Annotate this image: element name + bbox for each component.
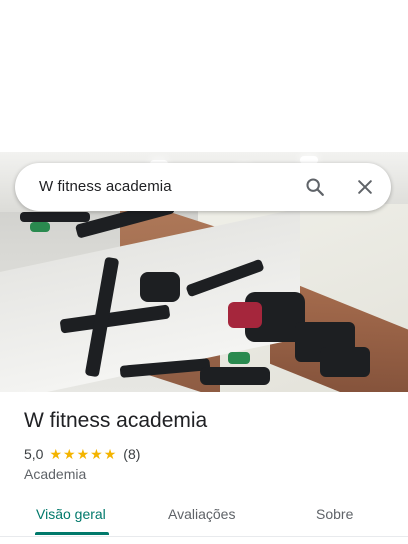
- equipment-detail: [30, 222, 50, 232]
- tab-overview[interactable]: Visão geral: [36, 506, 106, 522]
- star-icon: ★: [49, 446, 63, 462]
- close-icon[interactable]: [351, 173, 379, 201]
- gym-machine: [320, 347, 370, 377]
- active-tab-indicator: [35, 532, 109, 535]
- star-icon: ★: [90, 446, 103, 462]
- place-category: Academia: [24, 466, 87, 482]
- search-input[interactable]: W fitness academia: [39, 178, 172, 195]
- rating-value: 5,0: [24, 446, 44, 462]
- star-icon: ★: [63, 446, 76, 462]
- review-count[interactable]: (8): [123, 446, 140, 462]
- search-icon[interactable]: [301, 173, 329, 201]
- place-title: W fitness academia: [24, 409, 208, 432]
- star-icon: ★: [103, 446, 117, 462]
- person-figure: [228, 302, 262, 328]
- tab-about[interactable]: Sobre: [316, 506, 353, 522]
- star-icon: ★: [76, 446, 90, 462]
- rating-stars: ★ ★ ★ ★ ★: [49, 447, 117, 461]
- tab-reviews[interactable]: Avaliações: [168, 506, 235, 522]
- gym-machine-seat: [140, 272, 180, 302]
- tab-bar: Visão geral Avaliações Sobre: [0, 494, 408, 537]
- gym-machine: [200, 367, 270, 385]
- search-bar[interactable]: W fitness academia: [15, 163, 391, 211]
- rating-row[interactable]: 5,0 ★ ★ ★ ★ ★ (8): [24, 445, 140, 463]
- equipment-detail: [228, 352, 250, 364]
- gym-machine: [20, 212, 90, 222]
- top-blank-area: [0, 0, 408, 152]
